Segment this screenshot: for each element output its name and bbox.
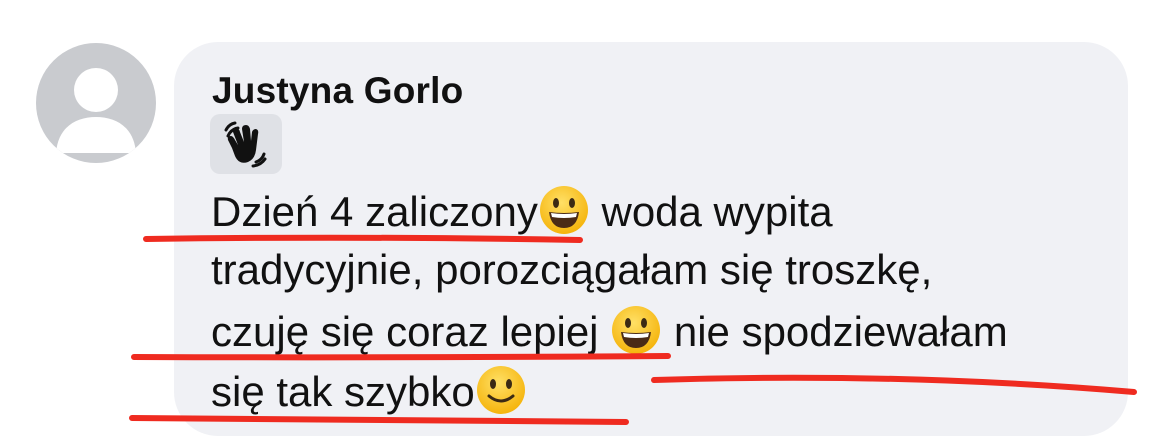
comment-line-1: Dzień 4 zaliczony woda wypita <box>211 184 833 238</box>
comment-line-4: się tak szybko <box>211 364 527 418</box>
comment-text: nie spodziewałam <box>662 308 1008 355</box>
comment-line-3: czuję się coraz lepiej nie spodziewałam <box>211 304 1008 358</box>
comment-text: tradycyjnie, porozciągałam się troszkę, <box>211 246 933 293</box>
waving-hand-icon <box>224 121 267 168</box>
comment-author[interactable]: Justyna Gorlo <box>212 70 463 112</box>
comment-line-2: tradycyjnie, porozciągałam się troszkę, <box>211 244 932 296</box>
comment-text: Dzień 4 zaliczony <box>211 188 538 235</box>
default-user-icon <box>56 68 136 153</box>
grinning-face-icon <box>539 186 588 234</box>
slightly-smiling-face-icon <box>476 366 525 414</box>
comment-text: się tak szybko <box>211 368 475 415</box>
comment-text: woda wypita <box>589 188 833 235</box>
comment-screenshot: Justyna Gorlo Dzień 4 zaliczony woda wyp… <box>0 0 1170 447</box>
grinning-face-icon <box>612 306 661 354</box>
reaction-badge[interactable] <box>210 114 282 174</box>
comment-text: czuję się coraz lepiej <box>211 308 611 355</box>
avatar[interactable] <box>36 43 156 163</box>
